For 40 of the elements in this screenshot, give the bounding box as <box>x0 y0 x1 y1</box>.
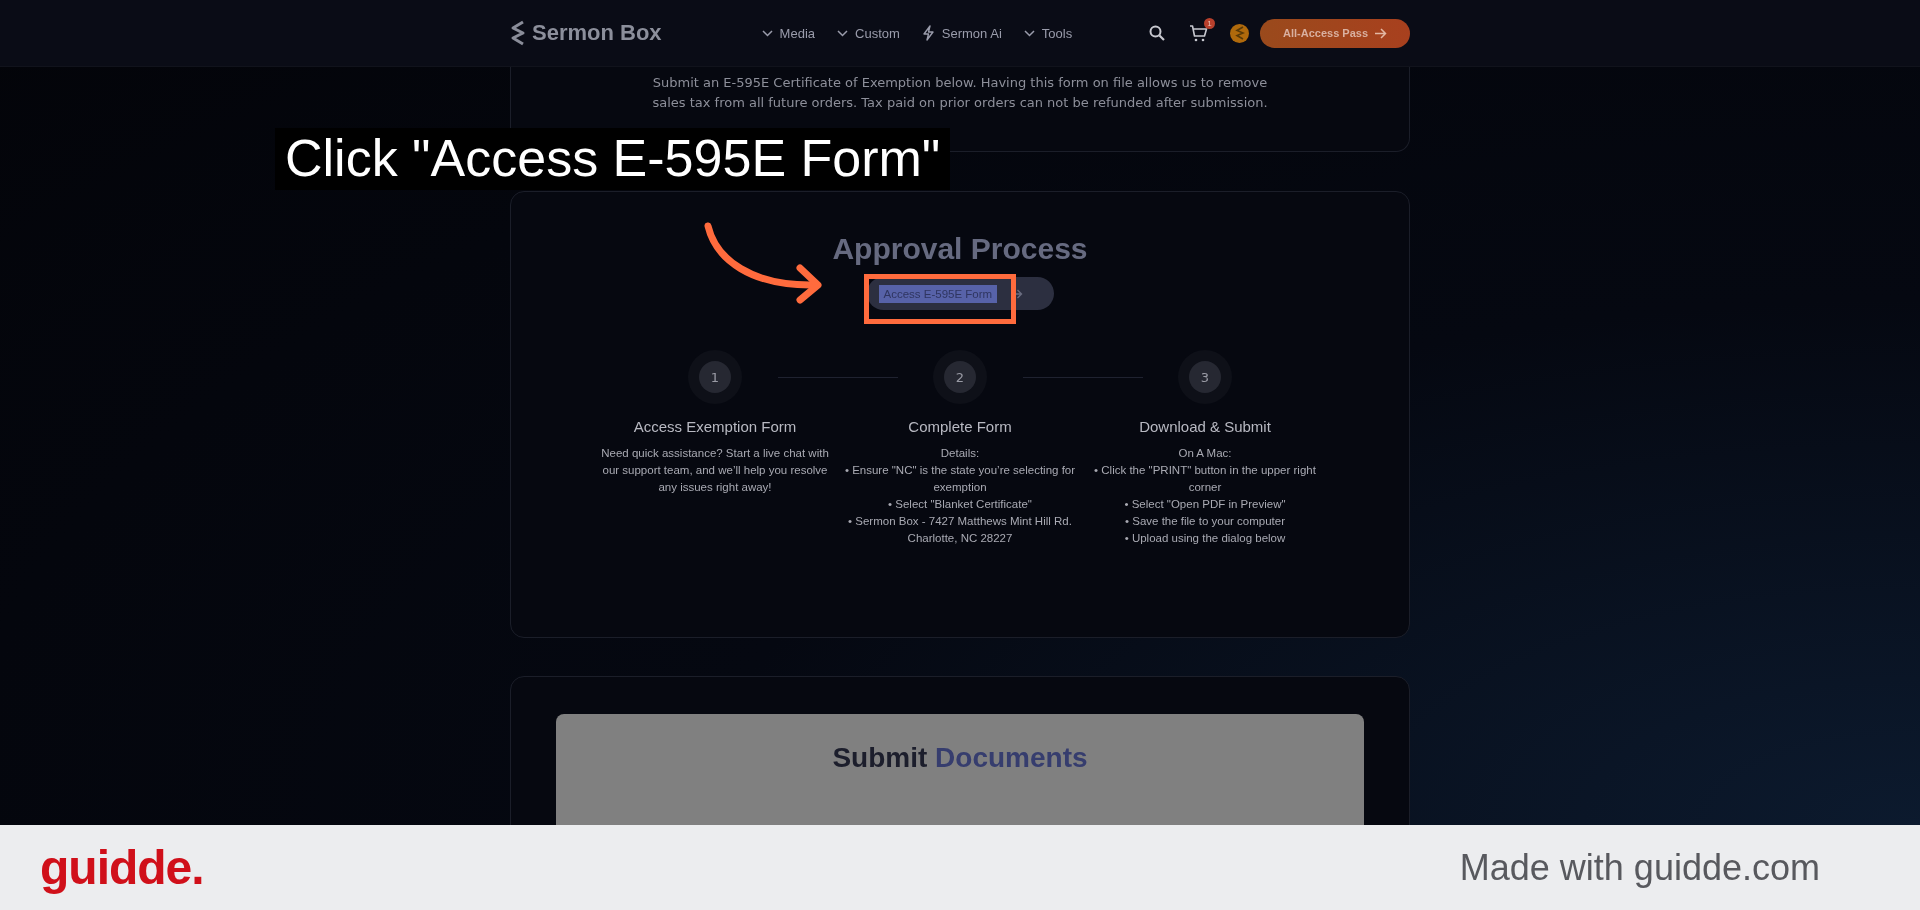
cart-button[interactable]: 1 <box>1189 17 1215 42</box>
nav-link[interactable]: Media <box>761 25 815 41</box>
search-button[interactable] <box>1149 25 1165 41</box>
step-text: • Select "Blanket Certificate" <box>888 497 1032 512</box>
step-text: • Ensure "NC" is the state you’re selecting for exemption <box>843 463 1077 495</box>
step-text: Details: <box>940 446 980 461</box>
step-text: On A Mac: <box>1178 446 1232 461</box>
cart-count-badge: 1 <box>1204 17 1215 29</box>
nav-link[interactable]: Tools <box>1023 25 1073 41</box>
step-text: • Select "Open PDF in Preview" <box>1124 497 1286 512</box>
step-number-circle: 3 <box>1178 350 1232 404</box>
chevron-down-icon <box>1023 29 1035 37</box>
account-avatar[interactable] <box>1230 23 1249 43</box>
arrow-right-icon <box>1374 27 1387 39</box>
step-text: Need quick assistance? Start a live chat with our support team, and we’ll help you resolve any issues right away! <box>600 446 830 495</box>
step-text: • Upload using the dialog below <box>1124 531 1286 546</box>
credit-text: Made with guidde.com <box>1459 846 1820 889</box>
step-caption: Click "Access E-595E Form" <box>275 128 951 190</box>
step-title: Complete Form <box>908 418 1012 435</box>
section-title: Approval Process <box>832 232 1088 266</box>
intro-text: Submit an E-595E Certificate of Exemption below. Having this form on file allows us to remove sales tax from all future orders. Tax paid on prior orders can not be refunded after submission. <box>651 74 1269 112</box>
chevron-down-icon <box>837 29 848 37</box>
nav-link[interactable]: Sermon Ai <box>921 25 1002 41</box>
step-number-circle: 1 <box>688 350 742 404</box>
step-title: Access Exemption Form <box>633 418 797 435</box>
step-text: • Sermon Box - 7427 Matthews Mint Hill Rd. Charlotte, NC 28227 <box>847 514 1073 546</box>
step-number-circle: 2 <box>933 350 987 404</box>
section-title: Submit Documents <box>832 742 1088 775</box>
chevron-down-icon <box>761 29 773 37</box>
lightning-icon <box>921 25 935 41</box>
logo-text[interactable]: Sermon Box <box>532 20 662 46</box>
step-text: • Click the "PRINT" button in the upper right corner <box>1093 463 1317 495</box>
brand-logo: guidde. <box>40 840 204 895</box>
step-title: Download & Submit <box>1139 418 1271 435</box>
search-icon <box>1149 25 1165 41</box>
logo-icon <box>1234 26 1245 40</box>
logo-icon <box>510 20 526 46</box>
cart-icon <box>1189 24 1208 42</box>
step-text: • Save the file to your computer <box>1125 514 1285 529</box>
nav-link[interactable]: Custom <box>837 25 900 41</box>
